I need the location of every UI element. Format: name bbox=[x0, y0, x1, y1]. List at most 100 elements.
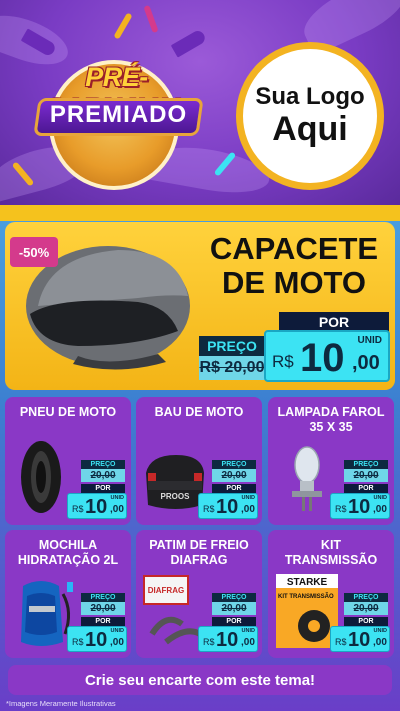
por-label: POR bbox=[344, 484, 388, 493]
old-price-value: 20,00 bbox=[353, 603, 379, 614]
hero-price-box: UNID R$ 10 ,00 bbox=[264, 330, 390, 382]
price-box: UNID R$ 10 ,00 bbox=[67, 493, 127, 519]
unid-label: UNID bbox=[110, 628, 124, 634]
currency: R$ bbox=[335, 637, 347, 647]
old-price-value: 20,00 bbox=[221, 470, 247, 481]
unid-label: UNID bbox=[373, 628, 387, 634]
price-integer: 10 bbox=[348, 629, 371, 651]
price-decimal: ,00 bbox=[241, 504, 255, 515]
logo-subtitle: PREMIADO bbox=[49, 101, 188, 128]
price-integer: 10 bbox=[85, 629, 108, 651]
price-integer: 10 bbox=[85, 496, 108, 518]
product-card-3: LAMPADA FAROL 35 X 35 PREÇO 20,00 POR UN… bbox=[268, 397, 394, 525]
hero-price-integer: 10 bbox=[300, 336, 345, 380]
product-title: MOCHILA HIDRATAÇÃO 2L bbox=[5, 538, 131, 568]
price-box: UNID R$ 10 ,00 bbox=[330, 626, 390, 652]
brand-logo-placeholder: Sua Logo Aqui bbox=[236, 42, 384, 190]
hero-por-label: POR bbox=[279, 312, 389, 332]
box-brand-label: PROOS bbox=[161, 492, 191, 501]
old-price-value: 20,00 bbox=[353, 470, 379, 481]
por-label: POR bbox=[212, 484, 256, 493]
brand-line2: Aqui bbox=[272, 109, 348, 148]
product-title-line1: BAU DE MOTO bbox=[154, 405, 244, 419]
price-integer: 10 bbox=[216, 629, 239, 651]
old-price: 20,00 bbox=[344, 469, 388, 482]
por-label: POR bbox=[81, 617, 125, 626]
carnival-logo: PRÉ-CARNAVAL PREMIADO bbox=[14, 50, 219, 190]
price-decimal: ,00 bbox=[110, 504, 124, 515]
hero-product-title: CAPACETE DE MOTO bbox=[200, 232, 388, 300]
por-label: POR bbox=[212, 617, 256, 626]
product-title-line1: PATIM DE FREIO bbox=[149, 538, 249, 552]
product-title-line1: PNEU DE MOTO bbox=[19, 405, 117, 419]
product-title: PNEU DE MOTO bbox=[5, 405, 131, 420]
product-title-line2: HIDRATAÇÃO 2L bbox=[17, 553, 119, 567]
confetti-decoration bbox=[113, 12, 133, 40]
price-decimal: ,00 bbox=[110, 637, 124, 648]
hero-currency: R$ bbox=[272, 352, 294, 371]
preco-label: PREÇO bbox=[344, 460, 388, 469]
confetti-decoration bbox=[143, 4, 159, 34]
old-price: 20,00 bbox=[212, 602, 256, 615]
header-banner: PRÉ-CARNAVAL PREMIADO Sua Logo Aqui bbox=[0, 0, 400, 205]
preco-label: PREÇO bbox=[344, 593, 388, 602]
product-card-1: PNEU DE MOTO PREÇO 20,00 POR UNID R$ 10 … bbox=[5, 397, 131, 525]
hero-old-price: R$ 20,00 bbox=[199, 356, 265, 380]
brake-brand-label: DIAFRAG bbox=[148, 586, 184, 595]
por-label: POR bbox=[81, 484, 125, 493]
brand-line1: Sua Logo bbox=[255, 83, 365, 111]
disclaimer-footnote: *Imagens Meramente Ilustrativas bbox=[6, 699, 116, 708]
currency: R$ bbox=[72, 637, 84, 647]
product-title-line2: TRANSMISSÃO bbox=[284, 553, 378, 567]
hero-title-line1: CAPACETE bbox=[209, 231, 379, 266]
product-title-line1: LAMPADA FAROL bbox=[277, 405, 385, 419]
price-box: UNID R$ 10 ,00 bbox=[198, 626, 258, 652]
currency: R$ bbox=[335, 504, 347, 514]
hero-unid-label: UNID bbox=[357, 335, 382, 346]
kit-brand-label: STARKE bbox=[287, 577, 328, 588]
product-title: BAU DE MOTO bbox=[136, 405, 262, 420]
old-price: 20,00 bbox=[344, 602, 388, 615]
currency: R$ bbox=[72, 504, 84, 514]
price-decimal: ,00 bbox=[373, 637, 387, 648]
kit-box-label: KIT TRANSMISSÃO bbox=[278, 593, 334, 600]
preco-label: PREÇO bbox=[212, 593, 256, 602]
hero-price-decimal: ,00 bbox=[352, 352, 380, 374]
preco-label: PREÇO bbox=[81, 460, 125, 469]
old-price-value: 20,00 bbox=[90, 470, 116, 481]
unid-label: UNID bbox=[241, 628, 255, 634]
unid-label: UNID bbox=[110, 495, 124, 501]
product-title-line1: MOCHILA bbox=[38, 538, 98, 552]
old-price-value: 20,00 bbox=[221, 603, 247, 614]
por-label: POR bbox=[344, 617, 388, 626]
price-box: UNID R$ 10 ,00 bbox=[67, 626, 127, 652]
product-card-6: KIT TRANSMISSÃO STARKE KIT TRANSMISSÃO P… bbox=[268, 530, 394, 658]
old-price: 20,00 bbox=[81, 469, 125, 482]
product-title: LAMPADA FAROL 35 X 35 bbox=[268, 405, 394, 435]
product-title-line2: DIAFRAG bbox=[170, 553, 228, 567]
unid-label: UNID bbox=[241, 495, 255, 501]
price-integer: 10 bbox=[348, 496, 371, 518]
product-title: PATIM DE FREIO DIAFRAG bbox=[136, 538, 262, 568]
product-title-line2: 35 X 35 bbox=[309, 420, 353, 434]
yellow-band bbox=[0, 205, 400, 221]
discount-badge: -50% bbox=[10, 237, 58, 267]
hero-preco-label: PREÇO bbox=[199, 336, 265, 356]
price-integer: 10 bbox=[216, 496, 239, 518]
currency: R$ bbox=[203, 504, 215, 514]
price-decimal: ,00 bbox=[373, 504, 387, 515]
price-box: UNID R$ 10 ,00 bbox=[330, 493, 390, 519]
cta-banner[interactable]: Crie seu encarte com este tema! bbox=[8, 665, 392, 695]
hero-old-price-value: R$ 20,00 bbox=[199, 359, 265, 376]
price-box: UNID R$ 10 ,00 bbox=[198, 493, 258, 519]
unid-label: UNID bbox=[373, 495, 387, 501]
product-card-2: BAU DE MOTO PROOS PREÇO 20,00 POR UNID R… bbox=[136, 397, 262, 525]
product-title-line1: KIT bbox=[320, 538, 342, 552]
old-price: 20,00 bbox=[212, 469, 256, 482]
product-card-4: MOCHILA HIDRATAÇÃO 2L PREÇO 20,00 POR UN… bbox=[5, 530, 131, 658]
preco-label: PREÇO bbox=[81, 593, 125, 602]
preco-label: PREÇO bbox=[212, 460, 256, 469]
hero-title-line2: DE MOTO bbox=[221, 265, 367, 300]
product-title: KIT TRANSMISSÃO bbox=[268, 538, 394, 568]
product-card-5: PATIM DE FREIO DIAFRAG DIAFRAG PREÇO 20,… bbox=[136, 530, 262, 658]
